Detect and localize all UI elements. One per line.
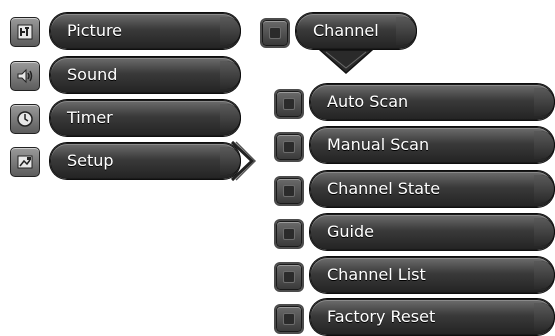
menu-item-picture[interactable]: Picture <box>50 13 241 49</box>
channel-square-icon <box>262 20 288 46</box>
submenu-item-label: Factory Reset <box>327 307 436 326</box>
submenu-item-label: Guide <box>327 222 374 241</box>
submenu-item-manual-scan[interactable]: Manual Scan <box>310 127 555 163</box>
menu-item-timer[interactable]: Timer <box>50 100 241 136</box>
picture-icon <box>10 17 40 47</box>
chevron-right-icon <box>230 140 257 182</box>
submenu-title[interactable]: Channel <box>296 13 417 49</box>
channel-state-square-icon <box>276 178 302 204</box>
menu-item-label: Sound <box>67 65 118 84</box>
menu-item-label: Picture <box>67 21 123 40</box>
chevron-down-icon <box>318 49 374 75</box>
menu-item-sound[interactable]: Sound <box>50 57 241 93</box>
submenu-item-channel-state[interactable]: Channel State <box>310 171 555 207</box>
submenu-item-label: Channel List <box>327 265 426 284</box>
speaker-icon <box>10 61 40 91</box>
menu-item-label: Timer <box>67 108 113 127</box>
submenu-item-channel-list[interactable]: Channel List <box>310 257 555 293</box>
submenu-title-label: Channel <box>313 21 379 40</box>
setup-icon <box>10 147 40 177</box>
submenu-item-label: Manual Scan <box>327 135 430 154</box>
menu-item-label: Setup <box>67 151 114 170</box>
manual-scan-square-icon <box>276 134 302 160</box>
submenu-item-factory-reset[interactable]: Factory Reset <box>310 299 555 335</box>
submenu-item-label: Channel State <box>327 179 441 198</box>
submenu-item-label: Auto Scan <box>327 92 409 111</box>
clock-icon <box>10 104 40 134</box>
submenu-item-guide[interactable]: Guide <box>310 214 555 250</box>
channel-list-square-icon <box>276 264 302 290</box>
guide-square-icon <box>276 221 302 247</box>
submenu-item-auto-scan[interactable]: Auto Scan <box>310 84 555 120</box>
factory-reset-square-icon <box>276 306 302 332</box>
menu-item-setup[interactable]: Setup <box>50 143 241 179</box>
auto-scan-square-icon <box>276 91 302 117</box>
